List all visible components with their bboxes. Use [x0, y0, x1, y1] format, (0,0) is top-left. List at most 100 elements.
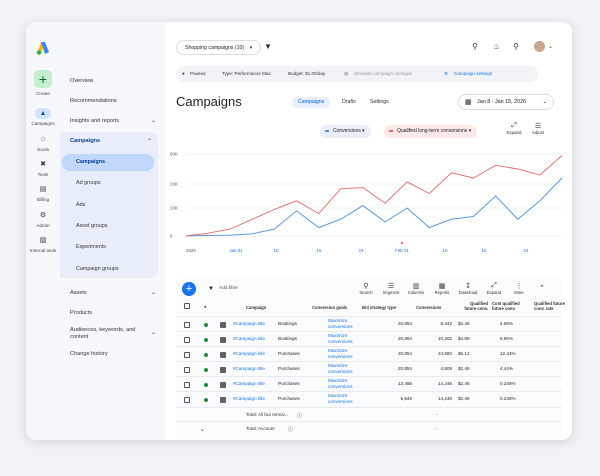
filter-icon[interactable]: ▼: [264, 42, 272, 51]
chevron-down-icon[interactable]: ⌄: [151, 289, 156, 296]
table-row[interactable]: #Campaign title Purchases Maximize convers…: [176, 376, 562, 391]
rail-label-internal-tools: Internal tools: [29, 248, 57, 253]
col-conversion-goals[interactable]: Conversion goals: [312, 305, 347, 310]
expand-button[interactable]: ⤢ Expand: [484, 282, 504, 295]
avatar[interactable]: [534, 41, 545, 52]
row-checkbox[interactable]: [184, 321, 190, 328]
chevron-down-icon[interactable]: ⌄: [151, 117, 156, 124]
col-cost-qualified[interactable]: Cost qualified future conv.: [492, 301, 524, 311]
paused-icon: ●: [182, 71, 185, 76]
bid-strategy-link[interactable]: Maximize conversions: [328, 393, 364, 404]
chevron-down-icon[interactable]: ⌄: [151, 329, 156, 336]
chart-expand-button[interactable]: ⤢ Expand: [504, 122, 524, 135]
sidebar-sub-campaigns[interactable]: Campaigns: [62, 154, 154, 171]
col-qualified-rate[interactable]: Qualified future conv. rate: [534, 301, 568, 311]
annotation-marker[interactable]: ▲: [400, 240, 405, 246]
campaign-name-link[interactable]: #Campaign title: [233, 336, 265, 341]
trophy-icon[interactable]: ☆: [35, 134, 51, 145]
row-checkbox[interactable]: [184, 351, 190, 358]
filter-icon[interactable]: ▼: [208, 286, 214, 292]
col-qualified[interactable]: Qualified future conv.: [462, 301, 488, 311]
info-icon[interactable]: ⓘ: [288, 426, 293, 433]
campaign-type-icon: [220, 396, 226, 403]
sidebar-item-products[interactable]: Products: [70, 310, 92, 316]
chevron-down-icon[interactable]: ⌄: [548, 43, 553, 50]
more-button[interactable]: ⋮ More: [509, 282, 529, 295]
more-label: More: [514, 290, 524, 295]
bid-strategy-link[interactable]: Maximize conversions: [328, 363, 364, 374]
reports-button[interactable]: ▦ Reports: [432, 282, 452, 295]
chevron-up-icon[interactable]: ⌃: [147, 138, 152, 145]
download-label: Download: [458, 290, 478, 295]
row-checkbox[interactable]: [184, 396, 190, 403]
bid-strategy-link[interactable]: Maximize conversions: [328, 378, 364, 389]
sidebar-item-insights[interactable]: Insights and reports: [70, 118, 119, 124]
chevron-down-icon[interactable]: ⌄: [200, 426, 205, 433]
row-checkbox[interactable]: [184, 336, 190, 343]
table-row[interactable]: #Campaign title Purchases Maximize convers…: [176, 391, 562, 406]
settings-icon: ⚙: [444, 71, 449, 76]
tools-icon[interactable]: ✖: [35, 159, 51, 170]
help-icon[interactable]: ⚲: [513, 42, 519, 51]
series-line-qualified: [185, 155, 563, 237]
columns-button[interactable]: ▥ Columns: [406, 282, 426, 295]
chart-expand-label: Expand: [506, 130, 522, 135]
table-row[interactable]: #Campaign title Bookings Maximize conversi…: [176, 316, 562, 331]
sidebar-item-campaigns[interactable]: Campaigns: [70, 138, 100, 144]
row-checkbox[interactable]: [184, 366, 190, 373]
create-button[interactable]: +: [34, 70, 52, 88]
sidebar-sub-ad-groups[interactable]: Ad groups: [76, 180, 101, 186]
info-icon[interactable]: ⓘ: [297, 412, 302, 419]
lock-icon[interactable]: ▨: [35, 235, 51, 246]
simulate-link[interactable]: Simulate campaign changes: [354, 66, 412, 82]
sidebar-sub-ads[interactable]: Ads: [76, 202, 85, 208]
bid-strategy-link[interactable]: Maximize conversions: [328, 348, 364, 359]
search-button[interactable]: ⚲ Search: [356, 282, 376, 295]
sidebar-item-recommendations[interactable]: Recommendations: [70, 98, 117, 104]
sidebar-sub-asset-groups[interactable]: Asset groups: [76, 223, 107, 229]
gear-icon[interactable]: ⚙: [35, 210, 51, 221]
tab-settings[interactable]: Settings: [364, 97, 395, 108]
add-filter-input[interactable]: Add filter: [219, 286, 238, 291]
tab-campaigns[interactable]: Campaigns: [292, 97, 331, 108]
chart-adjust-button[interactable]: ☰ Adjust: [528, 122, 548, 135]
col-campaign[interactable]: Campaign: [246, 305, 266, 310]
sidebar-item-assets[interactable]: Assets: [70, 290, 87, 296]
metric-selector-conversions[interactable]: Conversions ▾: [320, 125, 371, 138]
add-campaign-button[interactable]: +: [182, 282, 196, 296]
row-checkbox[interactable]: [184, 381, 190, 388]
sidebar-sub-experiments[interactable]: Experiments: [76, 244, 106, 250]
date-range-picker[interactable]: ▦ Jan 8 - Jan 15, 2026 ⌄: [458, 94, 554, 110]
sidebar-sub-campaign-groups[interactable]: Campaign groups: [76, 266, 119, 272]
campaign-name-link[interactable]: #Campaign title: [233, 396, 265, 401]
collapse-icon[interactable]: ⌃: [539, 284, 545, 292]
bid-strategy-link[interactable]: Maximize conversions: [328, 333, 364, 344]
credit-card-icon[interactable]: ▤: [35, 184, 51, 195]
campaigns-icon[interactable]: ▲: [35, 108, 51, 119]
col-bid-strategy[interactable]: Bid strategy type: [362, 305, 396, 310]
download-button[interactable]: ↧ Download: [458, 282, 478, 295]
metric-selector-qualified[interactable]: Qualified long-term conversions ▾: [384, 125, 478, 138]
table-row[interactable]: #Campaign title Purchases Maximize convers…: [176, 346, 562, 361]
sidebar-item-audiences[interactable]: Audiences, keywords, and content: [70, 327, 140, 341]
search-icon[interactable]: ⚲: [472, 42, 478, 51]
col-conversions[interactable]: Conversions: [416, 305, 441, 310]
bid-strategy-link[interactable]: Maximize conversions: [328, 318, 364, 329]
tab-drafts[interactable]: Drafts: [336, 97, 362, 108]
header-checkbox[interactable]: [184, 303, 190, 310]
reports-icon: ▦: [438, 283, 446, 290]
segment-button[interactable]: ☰ Segment: [381, 282, 401, 295]
sidebar-item-change-history[interactable]: Change history: [70, 351, 108, 357]
campaign-name-link[interactable]: #Campaign title: [233, 366, 265, 371]
campaign-name-link[interactable]: #Campaign title: [233, 351, 265, 356]
qualified-value: 4,806: [440, 366, 453, 371]
campaign-settings-link[interactable]: Campaign settings: [454, 66, 492, 82]
campaign-name-link[interactable]: #Campaign title: [233, 381, 265, 386]
bell-icon[interactable]: ♨: [493, 42, 500, 51]
sidebar-item-overview[interactable]: Overview: [70, 78, 93, 84]
table-row[interactable]: #Campaign title Bookings Maximize conversi…: [176, 331, 562, 346]
x-tick-label: Jan 01: [229, 248, 243, 253]
campaign-selector[interactable]: Shopping campaigns (10) ▾: [176, 40, 262, 55]
campaign-name-link[interactable]: #Campaign title: [233, 321, 265, 326]
table-row[interactable]: #Campaign title Purchases Maximize convers…: [176, 361, 562, 376]
